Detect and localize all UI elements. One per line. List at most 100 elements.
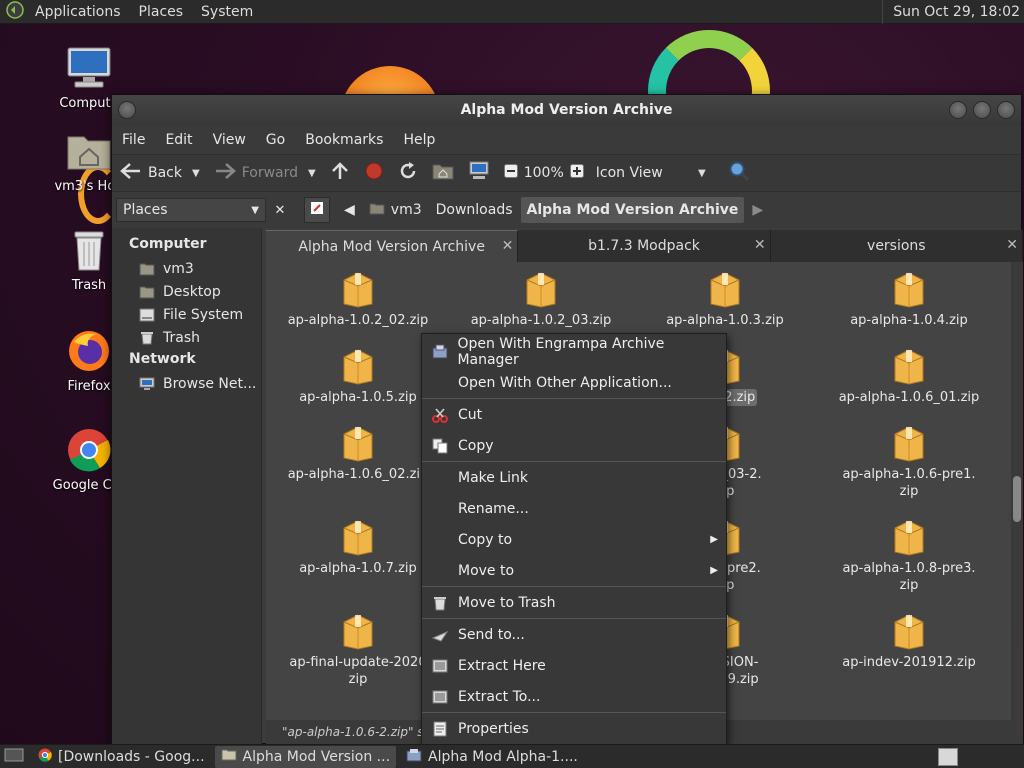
- menu-file[interactable]: File: [112, 132, 155, 148]
- task-alpha-mod-alpha[interactable]: Alpha Mod Alpha-1....: [400, 746, 584, 768]
- context-menu-item-send-to[interactable]: Send to...: [422, 619, 726, 650]
- window-titlebar[interactable]: Alpha Mod Version Archive: [112, 95, 1021, 125]
- computer-icon: [468, 161, 490, 185]
- zip-archive-icon: [892, 612, 926, 650]
- edit-location-button[interactable]: [304, 197, 330, 223]
- scrollbar-thumb[interactable]: [1013, 476, 1021, 522]
- zoom-level[interactable]: 100%: [524, 158, 564, 188]
- close-icon[interactable]: [997, 101, 1015, 119]
- sidebar-item-browse-network[interactable]: Browse Net...: [112, 372, 261, 395]
- context-menu-item-open-with-other-application[interactable]: Open With Other Application...: [422, 367, 726, 398]
- sidebar-item-trash[interactable]: Trash: [112, 326, 261, 349]
- close-tab-icon[interactable]: ✕: [1006, 237, 1018, 253]
- tab-alpha-mod-version-archive[interactable]: Alpha Mod Version Archive ✕: [266, 230, 519, 262]
- file-item[interactable]: ap-indev-201912.zip: [817, 612, 1001, 671]
- file-item[interactable]: ap-alpha-1.0.8-pre3. zip: [817, 518, 1001, 594]
- sidebar-item-file-system[interactable]: File System: [112, 303, 261, 326]
- context-menu-item-extract-to[interactable]: Extract To...: [422, 681, 726, 712]
- vertical-scrollbar[interactable]: [1011, 262, 1023, 720]
- up-button[interactable]: [330, 158, 350, 188]
- mate-logo-icon[interactable]: [6, 0, 24, 23]
- workspace-switcher[interactable]: [938, 748, 958, 766]
- computer-button[interactable]: [468, 158, 490, 188]
- zoom-out-button[interactable]: [503, 158, 518, 188]
- file-item[interactable]: ap-alpha-1.0.3.zip: [633, 270, 817, 329]
- context-menu-item-move-to[interactable]: Move to ▶: [422, 555, 726, 586]
- task-chrome-downloads[interactable]: [Downloads - Goog...: [32, 746, 211, 768]
- context-menu-label: Move to Trash: [458, 594, 556, 611]
- back-button[interactable]: Back ▼: [120, 158, 200, 188]
- maximize-icon[interactable]: [973, 101, 991, 119]
- desktop-icon-label: Compute: [59, 96, 119, 111]
- forward-button[interactable]: Forward ▼: [214, 158, 316, 188]
- file-label: ap-alpha-1.0.8-pre3.: [842, 561, 976, 576]
- menu-view[interactable]: View: [203, 132, 256, 148]
- system-menu[interactable]: System: [192, 4, 262, 20]
- desktop-icon-label: Trash: [71, 278, 107, 293]
- forward-history-dropdown-icon[interactable]: ▼: [308, 168, 316, 179]
- breadcrumb-vm3[interactable]: vm3: [363, 197, 428, 223]
- context-menu-item-properties[interactable]: Properties: [422, 713, 726, 744]
- chevron-down-icon: ▼: [698, 167, 706, 179]
- context-menu-label: Properties: [458, 720, 529, 737]
- file-label: ap-alpha-1.0.2_03.zip: [470, 313, 612, 328]
- home-folder-icon: [65, 127, 113, 175]
- close-sidebar-icon[interactable]: ✕: [270, 203, 290, 218]
- close-tab-icon[interactable]: ✕: [754, 237, 766, 253]
- bottom-taskbar: [Downloads - Goog... Alpha Mod Version .…: [0, 744, 1024, 768]
- trash-icon: [139, 331, 155, 345]
- file-item[interactable]: ap-alpha-1.0.4.zip: [817, 270, 1001, 329]
- window-menu-icon[interactable]: [118, 101, 136, 119]
- file-item[interactable]: ap-alpha-1.0.2_02.zip: [266, 270, 450, 329]
- context-menu: Open With Engrampa Archive Manager Open W…: [421, 333, 727, 745]
- context-menu-item-copy-to[interactable]: Copy to ▶: [422, 524, 726, 555]
- menu-help[interactable]: Help: [393, 132, 445, 148]
- reload-button[interactable]: [398, 158, 418, 188]
- sidebar-item-desktop[interactable]: Desktop: [112, 280, 261, 303]
- breadcrumb-current[interactable]: Alpha Mod Version Archive: [520, 197, 745, 223]
- zoom-in-button[interactable]: [569, 158, 584, 188]
- menu-go[interactable]: Go: [256, 132, 295, 148]
- context-menu-item-make-link[interactable]: Make Link: [422, 462, 726, 493]
- file-item[interactable]: ap-alpha-1.0.6-pre1. zip: [817, 424, 1001, 500]
- tab-versions[interactable]: versions ✕: [771, 230, 1023, 262]
- sidebar-mode-select[interactable]: Places ▼: [116, 198, 266, 222]
- zip-archive-icon: [341, 612, 375, 650]
- context-menu-item-cut[interactable]: Cut: [422, 399, 726, 430]
- file-label: zip: [899, 578, 919, 593]
- context-menu-item-open-with-engrampa-archive-manager[interactable]: Open With Engrampa Archive Manager: [422, 335, 726, 368]
- minimize-icon[interactable]: [949, 101, 967, 119]
- applications-menu[interactable]: Applications: [26, 4, 130, 20]
- show-desktop-icon[interactable]: [4, 748, 24, 766]
- task-alpha-mod-version-archive[interactable]: Alpha Mod Version ...: [214, 745, 397, 768]
- context-menu-item-rename[interactable]: Rename...: [422, 493, 726, 524]
- breadcrumb-right-arrow-icon[interactable]: ▶: [746, 197, 769, 223]
- context-menu-item-copy[interactable]: Copy: [422, 430, 726, 461]
- desktop-folder-icon: [139, 285, 155, 299]
- places-menu[interactable]: Places: [130, 4, 193, 20]
- home-button[interactable]: [432, 158, 454, 188]
- tab-b173-modpack[interactable]: b1.7.3 Modpack ✕: [518, 230, 771, 262]
- back-history-dropdown-icon[interactable]: ▼: [192, 168, 200, 179]
- breadcrumb-left-arrow-icon[interactable]: ◀: [338, 197, 361, 223]
- context-menu-label: Open With Engrampa Archive Manager: [457, 335, 665, 368]
- view-mode-select[interactable]: Icon View ▼: [596, 158, 706, 188]
- network-icon: [139, 377, 155, 391]
- context-menu-item-extract-here[interactable]: Extract Here: [422, 650, 726, 681]
- file-item[interactable]: ap-alpha-1.0.6_01.zip: [817, 347, 1001, 406]
- sidebar-item-vm3[interactable]: vm3: [112, 257, 261, 280]
- file-label: ap-indev-201912.zip: [842, 655, 976, 670]
- stop-button[interactable]: [364, 158, 384, 188]
- home-folder-icon: [432, 162, 454, 184]
- breadcrumb-downloads[interactable]: Downloads: [430, 197, 519, 223]
- close-tab-icon[interactable]: ✕: [502, 238, 514, 254]
- file-label: ap-alpha-1.0.3.zip: [666, 313, 784, 328]
- menu-bookmarks[interactable]: Bookmarks: [295, 132, 393, 148]
- context-menu-label: Send to...: [458, 626, 525, 643]
- clock[interactable]: Sun Oct 29, 18:02: [882, 0, 1020, 24]
- menu-edit[interactable]: Edit: [155, 132, 202, 148]
- search-button[interactable]: [728, 158, 750, 188]
- context-menu-item-move-to-trash[interactable]: Move to Trash: [422, 587, 726, 618]
- pencil-icon: [310, 201, 324, 219]
- file-item[interactable]: ap-alpha-1.0.2_03.zip: [449, 270, 633, 329]
